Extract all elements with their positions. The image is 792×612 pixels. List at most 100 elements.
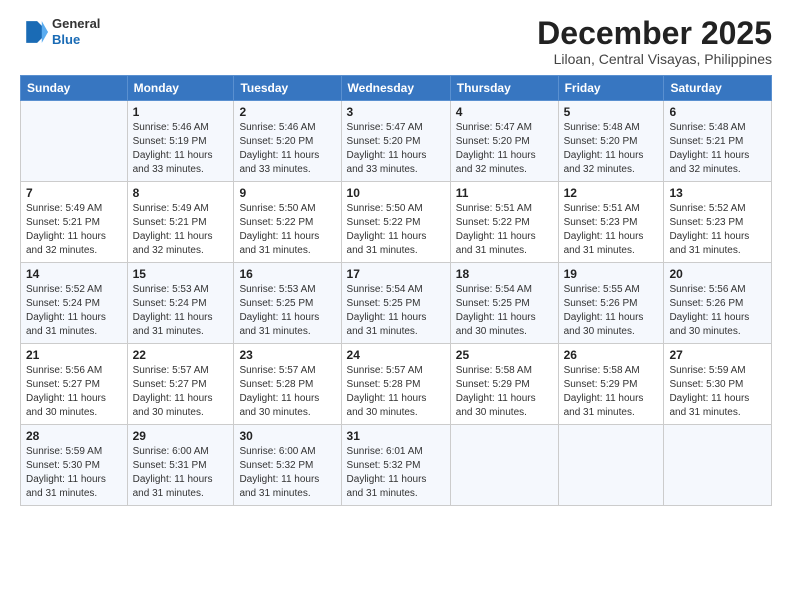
day-info: Sunrise: 5:59 AM Sunset: 5:30 PM Dayligh… [26, 445, 122, 501]
day-number: 28 [26, 429, 122, 443]
day-info: Sunrise: 5:53 AM Sunset: 5:24 PM Dayligh… [133, 283, 229, 339]
day-info: Sunrise: 5:58 AM Sunset: 5:29 PM Dayligh… [564, 364, 659, 420]
header: General Blue December 2025 Liloan, Centr… [20, 16, 772, 67]
day-info: Sunrise: 5:53 AM Sunset: 5:25 PM Dayligh… [239, 283, 335, 339]
day-number: 16 [239, 267, 335, 281]
day-number: 7 [26, 186, 122, 200]
day-cell: 15 Sunrise: 5:53 AM Sunset: 5:24 PM Dayli… [127, 263, 234, 344]
week-row-2: 7 Sunrise: 5:49 AM Sunset: 5:21 PM Daylig… [21, 182, 772, 263]
day-cell: 24 Sunrise: 5:57 AM Sunset: 5:28 PM Dayli… [341, 344, 450, 425]
calendar-table: SundayMondayTuesdayWednesdayThursdayFrid… [20, 75, 772, 506]
day-cell [664, 425, 772, 506]
week-row-3: 14 Sunrise: 5:52 AM Sunset: 5:24 PM Dayli… [21, 263, 772, 344]
day-number: 24 [347, 348, 445, 362]
day-number: 2 [239, 105, 335, 119]
day-number: 4 [456, 105, 553, 119]
col-header-monday: Monday [127, 76, 234, 101]
col-header-wednesday: Wednesday [341, 76, 450, 101]
day-number: 1 [133, 105, 229, 119]
day-number: 8 [133, 186, 229, 200]
day-info: Sunrise: 5:47 AM Sunset: 5:20 PM Dayligh… [456, 121, 553, 177]
day-number: 27 [669, 348, 766, 362]
day-cell: 14 Sunrise: 5:52 AM Sunset: 5:24 PM Dayli… [21, 263, 128, 344]
day-number: 26 [564, 348, 659, 362]
day-cell: 27Sunrise: 5:59 AM Sunset: 5:30 PM Dayli… [664, 344, 772, 425]
day-info: Sunrise: 5:48 AM Sunset: 5:20 PM Dayligh… [564, 121, 659, 177]
day-number: 23 [239, 348, 335, 362]
week-row-1: 1 Sunrise: 5:46 AM Sunset: 5:19 PM Daylig… [21, 101, 772, 182]
day-cell: 23Sunrise: 5:57 AM Sunset: 5:28 PM Dayli… [234, 344, 341, 425]
logo: General Blue [20, 16, 100, 47]
day-cell: 2 Sunrise: 5:46 AM Sunset: 5:20 PM Daylig… [234, 101, 341, 182]
day-cell: 30Sunrise: 6:00 AM Sunset: 5:32 PM Dayli… [234, 425, 341, 506]
day-cell: 20Sunrise: 5:56 AM Sunset: 5:26 PM Dayli… [664, 263, 772, 344]
day-cell: 9 Sunrise: 5:50 AM Sunset: 5:22 PM Daylig… [234, 182, 341, 263]
day-info: Sunrise: 5:58 AM Sunset: 5:29 PM Dayligh… [456, 364, 553, 420]
day-number: 22 [133, 348, 229, 362]
day-cell: 26 Sunrise: 5:58 AM Sunset: 5:29 PM Dayli… [558, 344, 664, 425]
day-number: 3 [347, 105, 445, 119]
day-info: Sunrise: 6:00 AM Sunset: 5:32 PM Dayligh… [239, 445, 335, 501]
day-number: 11 [456, 186, 553, 200]
day-number: 31 [347, 429, 445, 443]
day-number: 21 [26, 348, 122, 362]
day-cell: 21 Sunrise: 5:56 AM Sunset: 5:27 PM Dayli… [21, 344, 128, 425]
day-info: Sunrise: 5:52 AM Sunset: 5:23 PM Dayligh… [669, 202, 766, 258]
day-cell: 12Sunrise: 5:51 AM Sunset: 5:23 PM Dayli… [558, 182, 664, 263]
day-cell: 22 Sunrise: 5:57 AM Sunset: 5:27 PM Dayli… [127, 344, 234, 425]
day-number: 25 [456, 348, 553, 362]
day-info: Sunrise: 5:50 AM Sunset: 5:22 PM Dayligh… [347, 202, 445, 258]
day-number: 29 [133, 429, 229, 443]
day-info: Sunrise: 5:56 AM Sunset: 5:27 PM Dayligh… [26, 364, 122, 420]
day-cell: 3 Sunrise: 5:47 AM Sunset: 5:20 PM Daylig… [341, 101, 450, 182]
day-info: Sunrise: 5:50 AM Sunset: 5:22 PM Dayligh… [239, 202, 335, 258]
day-cell: 17Sunrise: 5:54 AM Sunset: 5:25 PM Dayli… [341, 263, 450, 344]
day-cell: 10Sunrise: 5:50 AM Sunset: 5:22 PM Dayli… [341, 182, 450, 263]
day-cell: 31 Sunrise: 6:01 AM Sunset: 5:32 PM Dayli… [341, 425, 450, 506]
day-cell: 28 Sunrise: 5:59 AM Sunset: 5:30 PM Dayli… [21, 425, 128, 506]
day-number: 15 [133, 267, 229, 281]
week-row-4: 21 Sunrise: 5:56 AM Sunset: 5:27 PM Dayli… [21, 344, 772, 425]
day-info: Sunrise: 5:54 AM Sunset: 5:25 PM Dayligh… [347, 283, 445, 339]
day-info: Sunrise: 5:56 AM Sunset: 5:26 PM Dayligh… [669, 283, 766, 339]
day-cell: 18Sunrise: 5:54 AM Sunset: 5:25 PM Dayli… [450, 263, 558, 344]
day-number: 14 [26, 267, 122, 281]
day-info: Sunrise: 5:46 AM Sunset: 5:19 PM Dayligh… [133, 121, 229, 177]
day-cell: 4 Sunrise: 5:47 AM Sunset: 5:20 PM Daylig… [450, 101, 558, 182]
day-cell [558, 425, 664, 506]
day-cell: 7Sunrise: 5:49 AM Sunset: 5:21 PM Daylig… [21, 182, 128, 263]
day-cell [21, 101, 128, 182]
day-cell: 19 Sunrise: 5:55 AM Sunset: 5:26 PM Dayli… [558, 263, 664, 344]
day-number: 13 [669, 186, 766, 200]
day-cell: 8 Sunrise: 5:49 AM Sunset: 5:21 PM Daylig… [127, 182, 234, 263]
day-cell: 6Sunrise: 5:48 AM Sunset: 5:21 PM Daylig… [664, 101, 772, 182]
day-number: 18 [456, 267, 553, 281]
day-number: 19 [564, 267, 659, 281]
day-number: 5 [564, 105, 659, 119]
day-info: Sunrise: 5:49 AM Sunset: 5:21 PM Dayligh… [133, 202, 229, 258]
day-cell: 25 Sunrise: 5:58 AM Sunset: 5:29 PM Dayli… [450, 344, 558, 425]
day-number: 9 [239, 186, 335, 200]
main-title: December 2025 [537, 16, 772, 51]
logo-icon [20, 18, 48, 46]
col-header-saturday: Saturday [664, 76, 772, 101]
col-header-friday: Friday [558, 76, 664, 101]
day-info: Sunrise: 5:57 AM Sunset: 5:27 PM Dayligh… [133, 364, 229, 420]
logo-blue: Blue [52, 32, 100, 48]
logo-general: General [52, 16, 100, 32]
day-info: Sunrise: 5:52 AM Sunset: 5:24 PM Dayligh… [26, 283, 122, 339]
day-cell: 16 Sunrise: 5:53 AM Sunset: 5:25 PM Dayli… [234, 263, 341, 344]
day-info: Sunrise: 5:55 AM Sunset: 5:26 PM Dayligh… [564, 283, 659, 339]
day-info: Sunrise: 5:47 AM Sunset: 5:20 PM Dayligh… [347, 121, 445, 177]
title-block: December 2025 Liloan, Central Visayas, P… [537, 16, 772, 67]
day-info: Sunrise: 5:57 AM Sunset: 5:28 PM Dayligh… [347, 364, 445, 420]
page: General Blue December 2025 Liloan, Centr… [0, 0, 792, 612]
day-info: Sunrise: 6:01 AM Sunset: 5:32 PM Dayligh… [347, 445, 445, 501]
week-row-5: 28 Sunrise: 5:59 AM Sunset: 5:30 PM Dayli… [21, 425, 772, 506]
day-cell: 5 Sunrise: 5:48 AM Sunset: 5:20 PM Daylig… [558, 101, 664, 182]
day-info: Sunrise: 5:46 AM Sunset: 5:20 PM Dayligh… [239, 121, 335, 177]
day-info: Sunrise: 6:00 AM Sunset: 5:31 PM Dayligh… [133, 445, 229, 501]
logo-text: General Blue [52, 16, 100, 47]
col-header-thursday: Thursday [450, 76, 558, 101]
day-cell: 29 Sunrise: 6:00 AM Sunset: 5:31 PM Dayli… [127, 425, 234, 506]
